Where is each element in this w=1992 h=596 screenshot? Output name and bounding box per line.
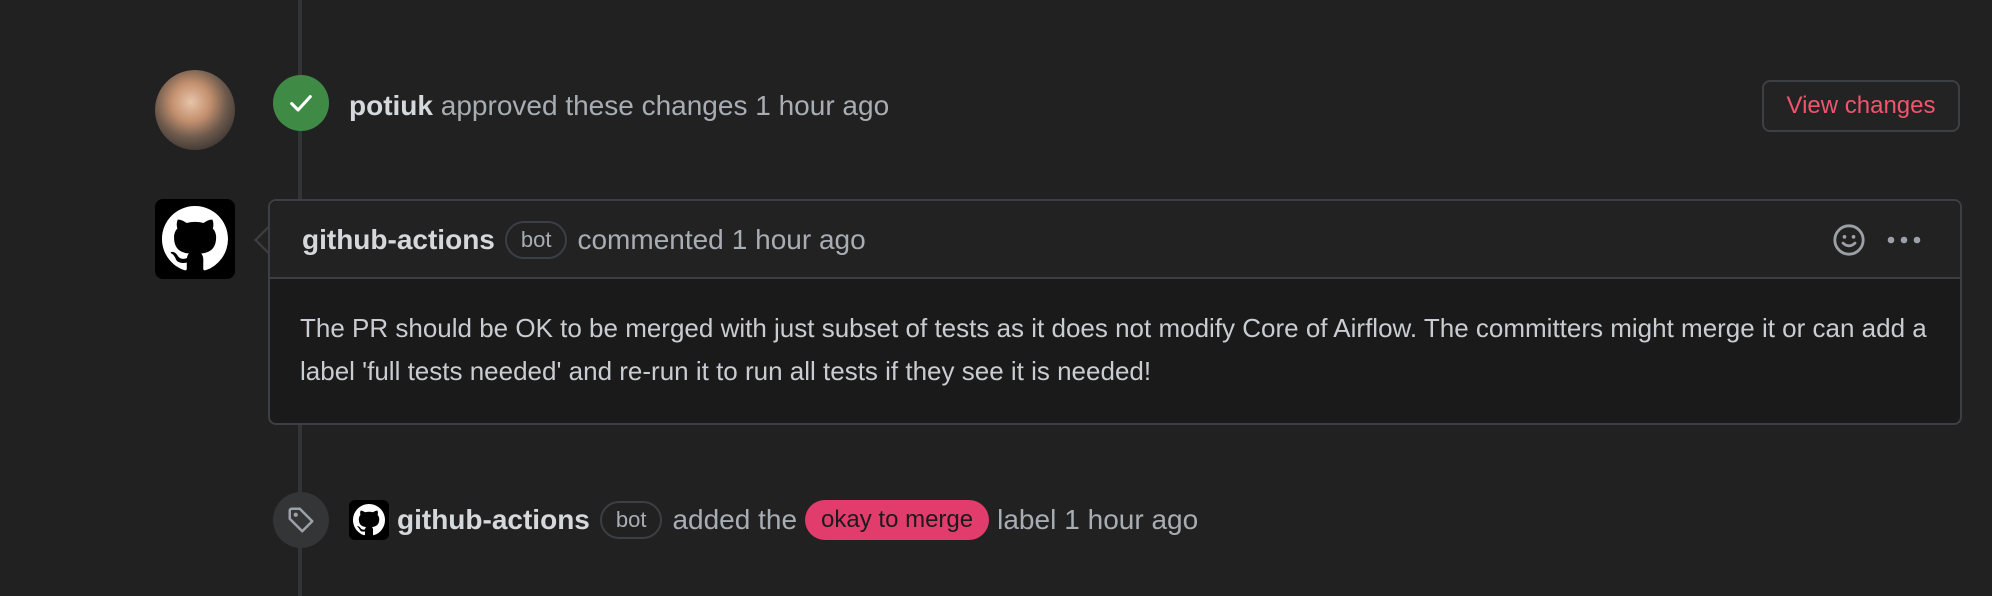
label-event-action-suffix: label (997, 504, 1057, 535)
small-avatar-github-actions[interactable] (349, 500, 389, 540)
approval-action: approved these changes (440, 90, 748, 121)
view-changes-button[interactable]: View changes (1762, 80, 1960, 132)
label-event-bot-badge: bot (599, 501, 663, 539)
comment-body: The PR should be OK to be merged with ju… (300, 313, 1927, 386)
comment-options-button[interactable] (1884, 221, 1924, 259)
comment-action: commented (577, 224, 724, 255)
bot-badge: bot (504, 221, 568, 259)
label-event: github-actions bot added the okay to mer… (349, 499, 1198, 541)
approver-link[interactable]: potiuk (349, 90, 433, 121)
avatar-github-actions[interactable] (155, 199, 235, 279)
pr-timeline: potiuk approved these changes 1 hour ago… (0, 0, 1992, 596)
github-mark-icon (162, 206, 228, 271)
label-event-action-prefix: added the (672, 504, 798, 535)
check-icon (273, 75, 329, 131)
comment-box: github-actions bot commented 1 hour ago (268, 199, 1962, 425)
tag-icon (273, 492, 329, 548)
avatar-potiuk[interactable] (155, 70, 235, 150)
approval-event-text: potiuk approved these changes 1 hour ago (349, 88, 889, 124)
comment-time[interactable]: 1 hour ago (732, 222, 866, 258)
smiley-icon (1833, 224, 1865, 256)
label-event-time[interactable]: 1 hour ago (1064, 504, 1198, 536)
comment-header: github-actions bot commented 1 hour ago (270, 201, 1960, 279)
okay-to-merge-label[interactable]: okay to merge (805, 500, 990, 540)
kebab-horizontal-icon (1887, 236, 1921, 244)
github-mark-icon (353, 504, 385, 536)
label-event-author-link[interactable]: github-actions (397, 504, 590, 536)
approval-time[interactable]: 1 hour ago (755, 90, 889, 121)
comment-header-text: github-actions bot commented 1 hour ago (302, 221, 866, 259)
add-reaction-button[interactable] (1830, 221, 1868, 259)
comment-author-link[interactable]: github-actions (302, 222, 495, 258)
